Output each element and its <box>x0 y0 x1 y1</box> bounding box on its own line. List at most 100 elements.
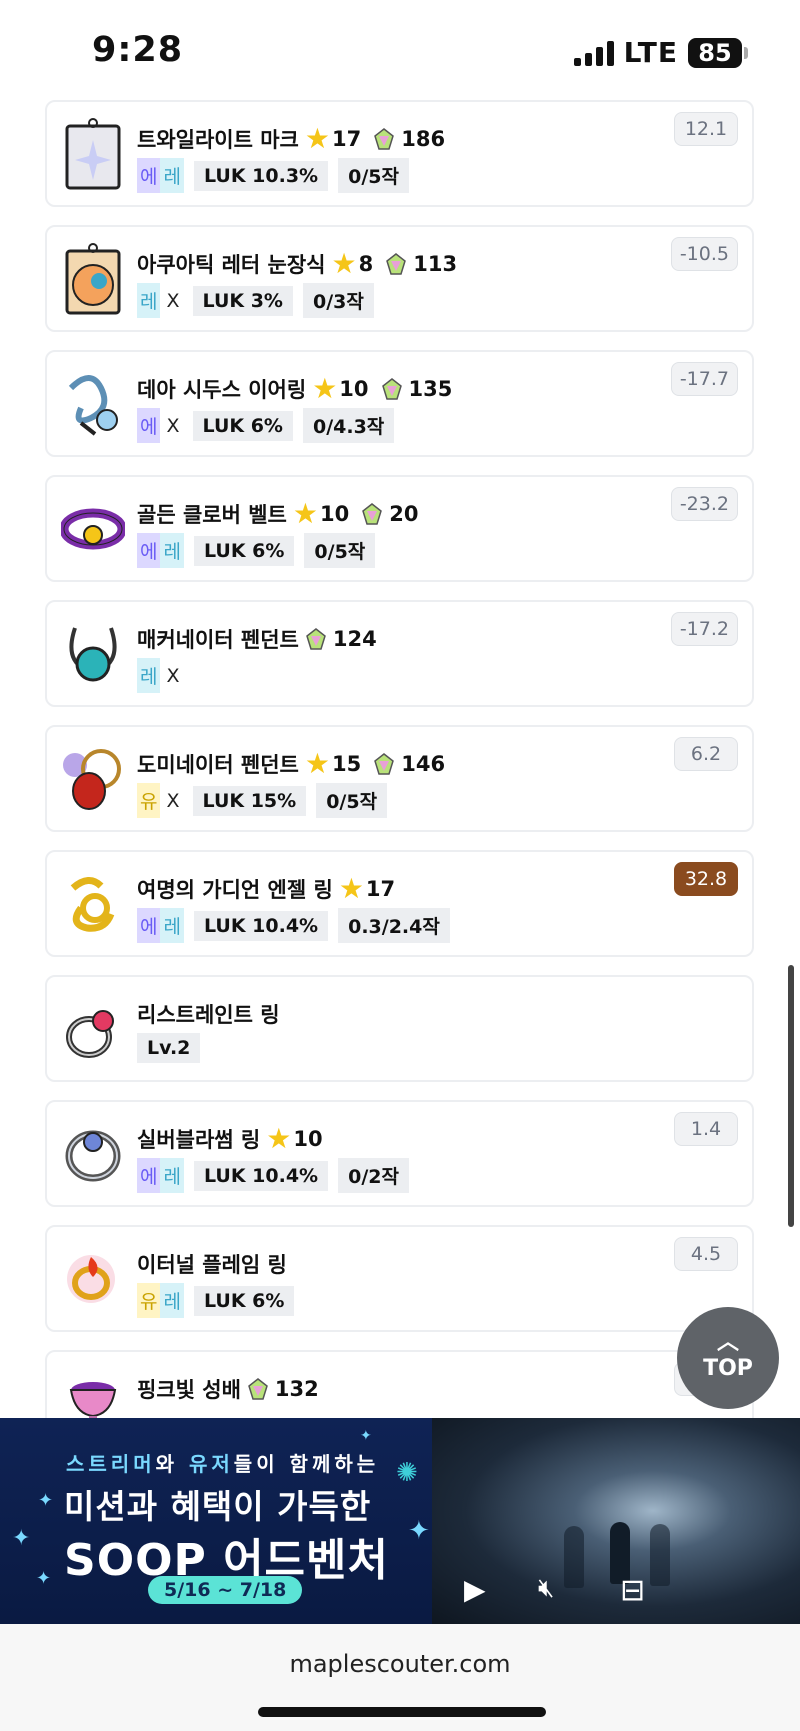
star-icon: ★ <box>312 372 338 405</box>
additional-potential-none: X <box>166 414 180 437</box>
scrollbar[interactable] <box>788 965 794 1227</box>
star-icon: ★ <box>304 747 330 780</box>
score-badge: 4.5 <box>674 1237 738 1271</box>
ad-banner[interactable]: 스트리머와 유저들이 함께하는 미션과 혜택이 가득한 SOOP 어드벤처 5/… <box>0 1418 800 1624</box>
potential-grade: 에레 <box>137 908 184 943</box>
home-indicator[interactable] <box>258 1707 546 1717</box>
star-force-value: 8 <box>358 252 374 276</box>
sparkle-icon: ✦ <box>408 1516 430 1546</box>
item-tag-row: 유 X LUK 15% 0/5작 <box>137 783 388 818</box>
stat-chip: 0/3작 <box>302 283 374 318</box>
flame-value: 124 <box>332 627 377 651</box>
url-text[interactable]: maplescouter.com <box>0 1650 800 1678</box>
score-badge: -23.2 <box>670 487 738 521</box>
item-card[interactable]: 아쿠아틱 레터 눈장식 ★ 8 113 레 X LUK 3% 0/3작 -10.5 <box>45 225 754 332</box>
sparkle-icon: ✦ <box>360 1428 372 1444</box>
potential-grade: 레X <box>137 283 183 318</box>
subtitles-icon[interactable]: ⊟ <box>620 1573 645 1608</box>
flame-value: 146 <box>401 752 446 776</box>
item-card[interactable]: 리스트레인트 링 Lv.2 <box>45 975 754 1082</box>
item-card[interactable]: 데아 시두스 이어링 ★ 10 135 에 X LUK 6% 0/4.3작 -17.7 <box>45 350 754 457</box>
item-card[interactable]: 트와일라이트 마크 ★ 17 186 에 레 LUK 10.3% 0/5작 12.1 <box>45 100 754 207</box>
flame-gem-icon <box>381 378 403 400</box>
dominator-pendant-icon <box>61 741 125 817</box>
score-badge: 1.4 <box>674 1112 738 1146</box>
score-badge: -17.2 <box>670 612 738 646</box>
item-card[interactable]: 골든 클로버 벨트 ★ 10 20 에 레 LUK 6% 0/5작 -23.2 <box>45 475 754 582</box>
item-tag-row: 레X <box>137 658 183 693</box>
top-button-label: TOP <box>703 1355 753 1381</box>
item-card[interactable]: 핑크빛 성배13274.5 <box>45 1350 754 1418</box>
additional-potential-none: X <box>166 289 180 312</box>
item-card[interactable]: 실버블라썸 링 ★ 10 에 레 LUK 10.4% 0/2작 1.4 <box>45 1100 754 1207</box>
mute-icon[interactable]: 🔇︎ <box>538 1573 554 1604</box>
potential-grade: 에레 <box>137 1158 184 1193</box>
ad-image[interactable]: 스트리머와 유저들이 함께하는 미션과 혜택이 가득한 SOOP 어드벤처 5/… <box>0 1418 432 1624</box>
item-tag-row: 레 X LUK 3% 0/3작 <box>137 283 374 318</box>
item-card[interactable]: 이터널 플레임 링유 레 LUK 6% 4.5 <box>45 1225 754 1332</box>
stat-chip: LUK 6% <box>192 410 293 441</box>
item-card[interactable]: 매커네이터 펜던트 124 레 X -17.2 <box>45 600 754 707</box>
star-force-value: 17 <box>365 877 396 901</box>
stat-chip: LUK 6% <box>193 1285 295 1316</box>
item-name-row: 데아 시두스 이어링 ★ 10 135 <box>137 374 452 404</box>
potential-grade-letter: 에 <box>137 908 161 943</box>
stat-chip: LUK 15% <box>192 785 307 816</box>
star-icon: ★ <box>331 247 357 280</box>
item-name-row: 리스트레인트 링 <box>137 999 280 1029</box>
status-bar: 9:28 LTE 85 <box>0 0 800 100</box>
browser-address-bar[interactable]: maplescouter.com <box>0 1624 800 1731</box>
score-badge: 6.2 <box>674 737 738 771</box>
item-name: 매커네이터 펜던트 <box>137 628 299 652</box>
star-force-value: 15 <box>331 752 362 776</box>
play-icon[interactable]: ▶ <box>464 1573 486 1606</box>
sparkle-icon: ✦ <box>38 1490 54 1511</box>
item-tag-row: 유 레 LUK 6% <box>137 1283 295 1318</box>
item-name-row: 이터널 플레임 링 <box>137 1249 287 1279</box>
aquatic-letter-eye-icon <box>61 241 125 317</box>
item-card[interactable]: 여명의 가디언 엔젤 링 ★ 17 에 레 LUK 10.4% 0.3/2.4작 32.8 <box>45 850 754 957</box>
flame-gem-icon <box>247 1378 269 1400</box>
flame-gem-icon <box>385 253 407 275</box>
item-card[interactable]: 도미네이터 펜던트 ★ 15 146 유 X LUK 15% 0/5작 6.2 <box>45 725 754 832</box>
potential-grade-letter: 유 <box>137 783 161 818</box>
stat-chip: Lv.2 <box>137 1033 201 1063</box>
item-name: 데아 시두스 이어링 <box>137 378 307 402</box>
star-force-value: 17 <box>331 127 362 151</box>
flame-value: 135 <box>408 377 453 401</box>
silver-blossom-ring-icon <box>61 1116 125 1192</box>
potential-grade-letter: 레 <box>160 1158 184 1193</box>
mechanator-pendant-icon <box>61 616 125 692</box>
item-tag-row: Lv.2 <box>137 1033 201 1063</box>
item-tag-row: 에 레 LUK 6% 0/5작 <box>137 533 376 568</box>
star-force-value: 10 <box>319 502 350 526</box>
potential-grade: 유레 <box>137 1283 184 1318</box>
star-icon: ★ <box>338 872 364 905</box>
potential-grade: 유X <box>137 783 183 818</box>
stat-chip: 0/2작 <box>338 1158 409 1193</box>
potential-grade-letter: 레 <box>160 1283 184 1318</box>
item-tag-row: 에 레 LUK 10.4% 0.3/2.4작 <box>137 908 450 943</box>
network-label: LTE <box>623 36 678 69</box>
flame-gem-icon <box>373 753 395 775</box>
item-name-row: 아쿠아틱 레터 눈장식 ★ 8 113 <box>137 249 457 279</box>
battery-level: 85 <box>688 37 742 68</box>
dea-sidus-earring-icon <box>61 366 125 442</box>
item-name: 트와일라이트 마크 <box>137 128 299 152</box>
item-tag-row: 에 레 LUK 10.4% 0/2작 <box>137 1158 409 1193</box>
potential-grade-letter: 에 <box>137 1158 161 1193</box>
flame-gem-icon <box>361 503 383 525</box>
restraint-ring-icon <box>61 991 125 1067</box>
potential-grade-letter: 레 <box>137 658 161 693</box>
stat-chip: 0/4.3작 <box>302 408 395 443</box>
potential-grade: 에X <box>137 408 183 443</box>
potential-grade-letter: 레 <box>160 908 184 943</box>
potential-grade-letter: 에 <box>137 533 161 568</box>
ad-line1: 스트리머와 유저들이 함께하는 <box>66 1452 380 1476</box>
ad-video[interactable]: ▶ 🔇︎ ⊟ <box>432 1418 800 1624</box>
stat-chip: LUK 6% <box>193 535 295 566</box>
equipment-list[interactable]: 트와일라이트 마크 ★ 17 186 에 레 LUK 10.3% 0/5작 12.1 아쿠아틱 레… <box>45 100 754 1418</box>
item-name: 실버블라썸 링 <box>137 1128 261 1152</box>
scroll-top-button[interactable]: ︿ TOP <box>677 1307 779 1409</box>
additional-potential-none: X <box>166 664 180 687</box>
